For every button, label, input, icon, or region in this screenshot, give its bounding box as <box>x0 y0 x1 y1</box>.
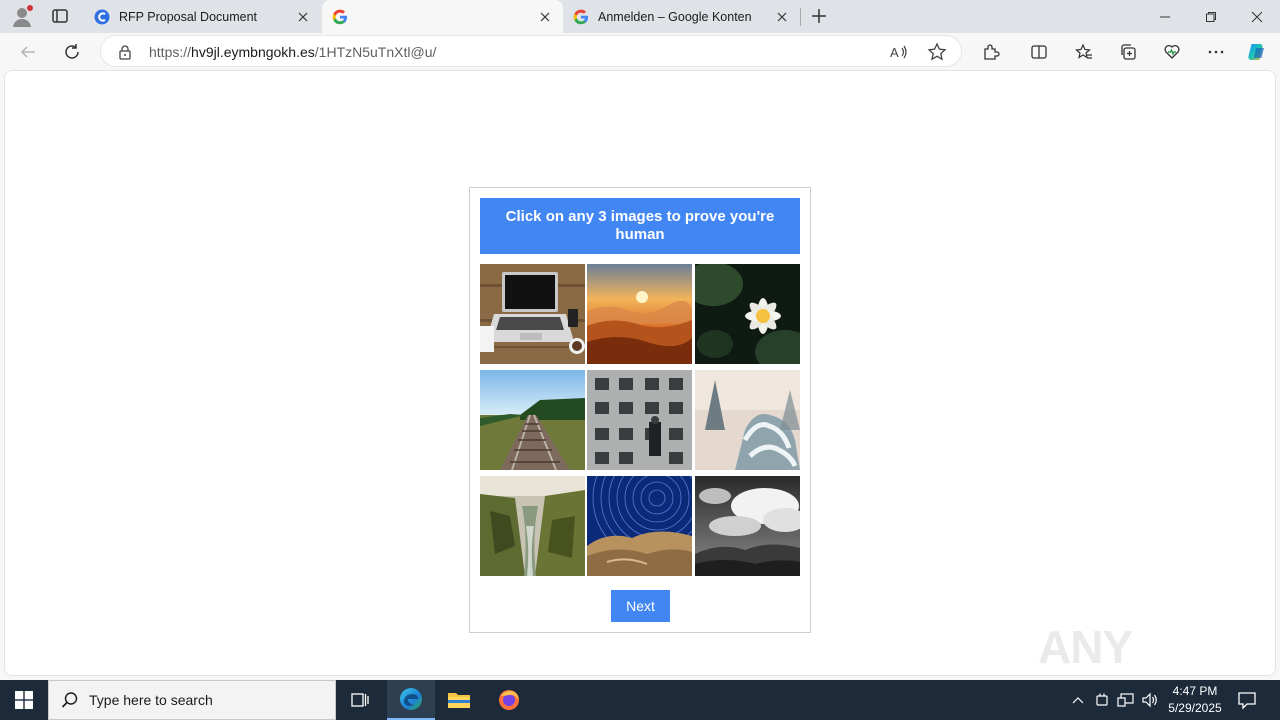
tab-actions-icon[interactable] <box>50 6 70 26</box>
tab-rfp-proposal[interactable]: RFP Proposal Document <box>84 0 321 33</box>
collections-icon[interactable] <box>1116 40 1140 64</box>
url-host: hv9jl.eymbngokh.es <box>191 44 315 60</box>
address-bar[interactable]: https://hv9jl.eymbngokh.es/1HTzN5uTnXtl@… <box>100 35 962 67</box>
browser-essentials-heart-icon[interactable] <box>1160 40 1184 64</box>
windows-taskbar: Type here to search 4:47 PM 5/29/2025 <box>0 680 1280 720</box>
captcha-tile-laptop[interactable] <box>480 264 585 364</box>
tab-title: Anmelden – Google Konten <box>598 9 752 24</box>
notification-center-icon[interactable] <box>1236 689 1258 711</box>
close-icon[interactable] <box>537 9 553 25</box>
favorites-icon[interactable] <box>1072 40 1096 64</box>
captcha-tile-bw-clouds[interactable] <box>695 476 800 576</box>
search-icon <box>61 691 79 709</box>
lock-icon[interactable] <box>117 44 133 60</box>
extensions-puzzle-icon[interactable] <box>979 40 1003 64</box>
edge-browser-icon[interactable] <box>387 680 435 720</box>
close-icon[interactable] <box>774 9 790 25</box>
clock-date: 5/29/2025 <box>1168 701 1222 715</box>
taskbar-clock[interactable]: 4:47 PM 5/29/2025 <box>1162 683 1228 717</box>
url-text: https://hv9jl.eymbngokh.es/1HTzN5uTnXtl@… <box>149 44 436 60</box>
back-arrow-icon[interactable] <box>16 40 40 64</box>
close-icon[interactable] <box>295 9 311 25</box>
tray-device-icon[interactable] <box>1092 690 1112 710</box>
captcha-tile-railway[interactable] <box>480 370 585 470</box>
clock-time: 4:47 PM <box>1172 684 1218 698</box>
captcha-tile-water-lily[interactable] <box>695 264 800 364</box>
favorite-star-icon[interactable] <box>927 42 947 62</box>
google-g-icon <box>332 9 348 25</box>
copilot-icon[interactable] <box>1245 40 1269 64</box>
anyrun-watermark-logo: ANY RUN <box>1038 608 1238 720</box>
window-close-icon[interactable] <box>1234 0 1280 33</box>
more-menu-icon[interactable] <box>1204 40 1228 64</box>
windows-start-icon[interactable] <box>0 680 48 720</box>
tab-active-google[interactable] <box>322 0 563 33</box>
read-aloud-icon[interactable]: A <box>889 42 909 62</box>
volume-icon[interactable] <box>1140 690 1160 710</box>
svg-text:A: A <box>890 45 899 60</box>
next-button[interactable]: Next <box>611 590 670 622</box>
tab-strip: RFP Proposal Document Anmelden – Google … <box>0 0 1280 33</box>
captcha-instruction: Click on any 3 images to prove you're hu… <box>480 198 800 254</box>
tab-google-konten[interactable]: Anmelden – Google Konten <box>563 0 800 33</box>
tab-title: RFP Proposal Document <box>119 9 258 24</box>
minimize-icon[interactable] <box>1142 0 1188 33</box>
taskbar-search-box[interactable]: Type here to search <box>48 680 336 720</box>
network-icon[interactable] <box>1116 690 1136 710</box>
file-explorer-icon[interactable] <box>435 680 483 720</box>
new-tab-plus-icon[interactable] <box>808 5 830 27</box>
url-path: /1HTzN5uTnXtl@u/ <box>314 44 437 60</box>
restore-icon[interactable] <box>1188 0 1234 33</box>
search-placeholder: Type here to search <box>89 692 213 708</box>
captcha-tile-snowy-trees[interactable] <box>695 370 800 470</box>
refresh-icon[interactable] <box>60 40 84 64</box>
copilot-c-icon <box>94 9 110 25</box>
split-screen-icon[interactable] <box>1027 40 1051 64</box>
captcha-tile-canyon[interactable] <box>480 476 585 576</box>
task-view-icon[interactable] <box>336 680 384 720</box>
tab-separator <box>800 8 801 26</box>
captcha-tile-building[interactable] <box>587 370 692 470</box>
captcha-tile-star-trails[interactable] <box>587 476 692 576</box>
url-prefix: https:// <box>149 44 192 60</box>
captcha-tile-sunset-clouds[interactable] <box>587 264 692 364</box>
browser-toolbar: https://hv9jl.eymbngokh.es/1HTzN5uTnXtl@… <box>0 33 1280 70</box>
captcha-box: Click on any 3 images to prove you're hu… <box>469 187 811 633</box>
firefox-icon[interactable] <box>485 680 533 720</box>
tray-chevron-up-icon[interactable] <box>1068 690 1088 710</box>
profile-notification-dot <box>27 5 33 11</box>
google-g-icon <box>573 9 589 25</box>
